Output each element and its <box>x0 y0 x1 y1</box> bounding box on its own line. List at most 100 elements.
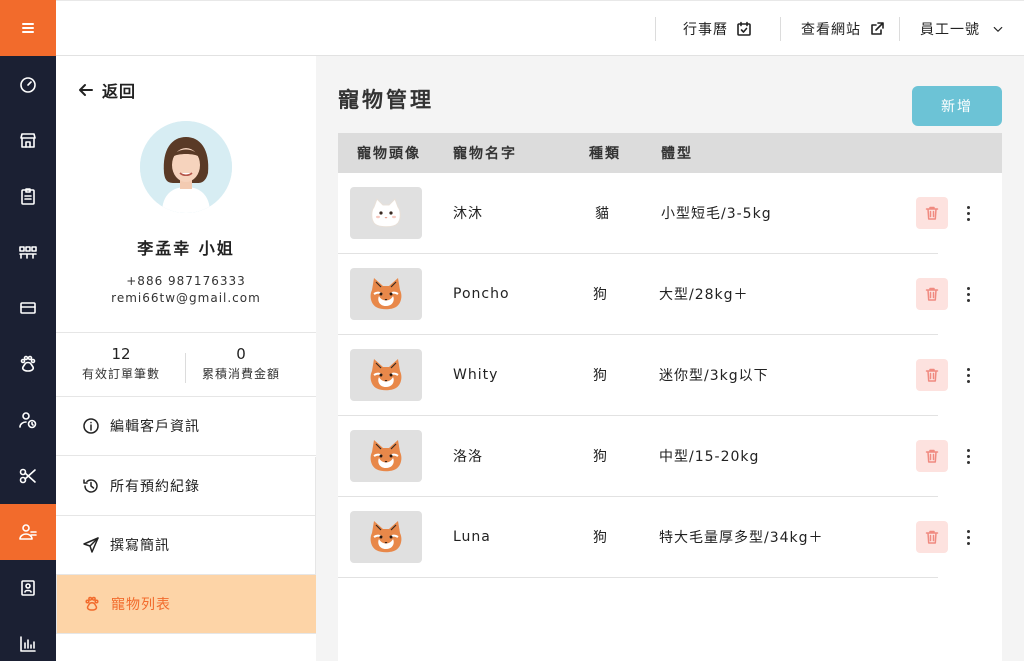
table-row[interactable]: 洛洛 狗 中型/15-20kg <box>338 416 970 497</box>
pet-size: 迷你型/3kg以下 <box>659 368 769 384</box>
pet-avatar <box>350 268 422 320</box>
more-options-icon[interactable] <box>960 527 976 547</box>
rail-seats[interactable] <box>0 224 56 280</box>
external-link-icon <box>871 22 884 35</box>
rail-customers[interactable] <box>0 504 56 560</box>
view-site-label: 查看網站 <box>801 22 861 38</box>
menu-pet-list[interactable]: 寵物列表 <box>56 575 316 634</box>
dashboard-icon <box>20 77 36 93</box>
column-size: 體型 <box>661 146 693 162</box>
trash-icon <box>925 368 939 382</box>
user-menu[interactable]: 員工一號 <box>920 1 1004 57</box>
menu-compose-sms-label: 撰寫簡訊 <box>110 538 170 554</box>
header-divider <box>899 17 900 41</box>
clipboard-icon <box>21 188 35 205</box>
paw-icon <box>85 596 99 611</box>
main-content: 寵物管理 新增 寵物頭像 寵物名字 種類 體型 沐沐 貓 小型短毛/3-5kg <box>316 56 1024 661</box>
store-icon <box>20 133 36 148</box>
customer-name: 李孟幸 小姐 <box>137 239 235 258</box>
trash-icon <box>925 530 939 544</box>
top-header: 行事曆 查看網站 員工一號 <box>56 0 1024 56</box>
view-site-link[interactable]: 查看網站 <box>801 1 885 57</box>
customers-icon <box>19 524 37 540</box>
delete-button[interactable] <box>916 359 948 391</box>
cat-avatar-icon <box>371 198 401 228</box>
delete-button[interactable] <box>916 197 948 229</box>
table-header: 寵物頭像 寵物名字 種類 體型 <box>338 133 1002 173</box>
trash-icon <box>925 206 939 220</box>
delete-button[interactable] <box>916 521 948 553</box>
back-button[interactable]: 返回 <box>78 78 136 102</box>
stat-spend-label: 累積消費金額 <box>201 367 280 381</box>
pet-avatar <box>350 511 422 563</box>
stat-orders: 12 有效訂單筆數 <box>56 345 186 382</box>
menu-compose-sms[interactable]: 撰寫簡訊 <box>56 516 316 575</box>
pet-name: Poncho <box>453 286 510 302</box>
pet-size: 小型短毛/3-5kg <box>661 206 772 222</box>
pet-species: 貓 <box>595 206 610 222</box>
menu-edit-customer-label: 編輯客戶資訊 <box>110 419 200 435</box>
rail-dashboard[interactable] <box>0 56 56 112</box>
more-options-icon[interactable] <box>960 284 976 304</box>
scissors-icon <box>19 468 36 484</box>
chart-icon <box>20 636 36 652</box>
shiba-avatar-icon <box>370 278 402 310</box>
customer-email: remi66tw@gmail.com <box>111 291 261 305</box>
pet-name: Luna <box>453 529 491 545</box>
menu-booking-history-label: 所有預約紀錄 <box>110 479 200 495</box>
add-pet-button[interactable]: 新增 <box>912 86 1002 126</box>
menu-button[interactable] <box>0 0 56 56</box>
delete-button[interactable] <box>916 278 948 310</box>
stat-orders-label: 有效訂單筆數 <box>81 367 160 381</box>
rail-orders[interactable] <box>0 168 56 224</box>
table-row[interactable]: Poncho 狗 大型/28kg＋ <box>338 254 970 335</box>
calendar-label: 行事曆 <box>683 22 728 38</box>
pet-avatar <box>350 349 422 401</box>
rail-store[interactable] <box>0 112 56 168</box>
table-row[interactable]: Whity 狗 迷你型/3kg以下 <box>338 335 970 416</box>
menu-edit-customer[interactable]: 編輯客戶資訊 <box>56 397 316 456</box>
column-species: 種類 <box>589 146 621 162</box>
rail-tickets[interactable] <box>0 280 56 336</box>
customer-phone: +886 987176333 <box>126 274 246 288</box>
header-divider <box>780 17 781 41</box>
history-icon <box>83 479 98 493</box>
pet-size: 特大毛量厚多型/34kg＋ <box>659 530 824 546</box>
column-avatar: 寵物頭像 <box>357 146 421 162</box>
rail-contacts[interactable] <box>0 560 56 616</box>
column-name: 寵物名字 <box>453 146 517 162</box>
menu-booking-history[interactable]: 所有預約紀錄 <box>56 457 316 516</box>
calendar-link[interactable]: 行事曆 <box>683 1 752 57</box>
pet-name: 洛洛 <box>453 449 483 465</box>
shiba-avatar-icon <box>370 359 402 391</box>
more-options-icon[interactable] <box>960 446 976 466</box>
stat-spend: 0 累積消費金額 <box>176 345 306 382</box>
rail-reports[interactable] <box>0 616 56 661</box>
pet-avatar <box>350 187 422 239</box>
pet-species: 狗 <box>593 368 608 384</box>
customer-stats: 12 有效訂單筆數 0 累積消費金額 <box>56 332 316 397</box>
back-label: 返回 <box>102 82 137 101</box>
table-row[interactable]: 沐沐 貓 小型短毛/3-5kg <box>338 173 970 254</box>
pet-size: 大型/28kg＋ <box>659 287 749 303</box>
menu-pet-list-label: 寵物列表 <box>111 597 171 613</box>
pet-table: 寵物頭像 寵物名字 種類 體型 沐沐 貓 小型短毛/3-5kg Poncho 狗… <box>338 133 1002 661</box>
more-options-icon[interactable] <box>960 203 976 223</box>
trash-icon <box>925 287 939 301</box>
send-icon <box>83 537 99 553</box>
rail-staff[interactable] <box>0 392 56 448</box>
user-label: 員工一號 <box>920 22 980 38</box>
calendar-check-icon <box>737 21 751 36</box>
pet-name: Whity <box>453 367 499 383</box>
more-options-icon[interactable] <box>960 365 976 385</box>
seats-icon <box>19 246 37 259</box>
delete-button[interactable] <box>916 440 948 472</box>
icon-rail <box>0 0 56 661</box>
rail-pets[interactable] <box>0 336 56 392</box>
rail-grooming[interactable] <box>0 448 56 504</box>
user-clock-icon <box>19 412 37 429</box>
table-row[interactable]: Luna 狗 特大毛量厚多型/34kg＋ <box>338 497 970 578</box>
ticket-icon <box>20 302 36 314</box>
customer-avatar <box>140 121 232 213</box>
pet-avatar <box>350 430 422 482</box>
